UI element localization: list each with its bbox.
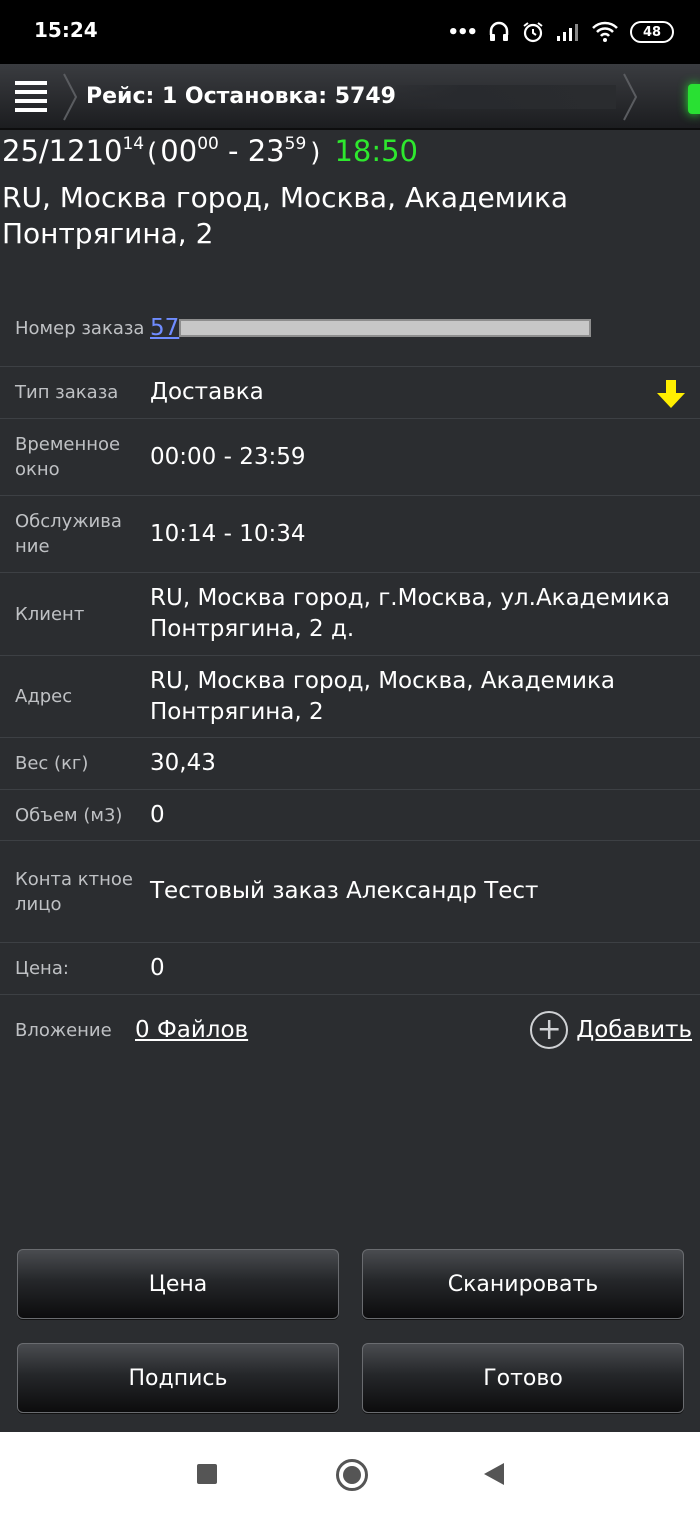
client-label: Клиент (15, 603, 85, 625)
menu-button[interactable] (0, 64, 62, 128)
back-icon[interactable] (484, 1463, 504, 1485)
address-label: Адрес (15, 686, 73, 707)
menu-icon (15, 80, 47, 112)
window-to-hour: 23 (247, 134, 285, 168)
detail-row-time-window: Временное окно 00:00 - 23:59 (0, 419, 700, 496)
arrow-down-icon[interactable] (654, 377, 688, 411)
alarm-icon (523, 22, 543, 43)
wifi-icon (592, 21, 618, 42)
detail-row-client: Клиент RU, Москва город, г.Москва, ул.Ак… (0, 573, 700, 656)
plus-circle-icon: + (530, 1011, 569, 1049)
title-bar: Рейс: 1 Остановка: 5749 (0, 64, 700, 130)
detail-row-address: Адрес RU, Москва город, Москва, Академик… (0, 656, 700, 738)
add-attachment-label: Добавить (576, 1017, 692, 1043)
order-number-link[interactable]: 57 (150, 315, 179, 341)
add-attachment-button[interactable]: + Добавить (530, 1011, 692, 1049)
battery-icon: 48 (630, 21, 674, 43)
more-dots-icon: ••• (447, 21, 477, 43)
address-value: RU, Москва город, Москва, Академика Понт… (150, 667, 615, 725)
order-type-value: Доставка (150, 379, 264, 405)
done-button[interactable]: Готово (362, 1343, 684, 1413)
price-button[interactable]: Цена (17, 1249, 339, 1319)
detail-row-order-number: Номер заказа 57 (0, 290, 700, 367)
attachment-files-link[interactable]: 0 Файлов (135, 1017, 248, 1043)
order-number-redaction (179, 319, 592, 337)
order-number-label: Номер заказа (15, 317, 145, 339)
system-nav-bar (0, 1432, 700, 1517)
stop-schedule: 25/121014(0000 - 2359) 18:50 (2, 134, 419, 168)
attachment-label: Вложение (15, 1019, 112, 1041)
connection-indicator (688, 84, 700, 114)
stop-address: RU, Москва город, Москва, Академика Понт… (2, 181, 569, 250)
order-number-value[interactable]: 57 (150, 313, 700, 344)
service-value: 10:14 - 10:34 (150, 520, 306, 547)
detail-row-price: Цена: 0 (0, 943, 700, 995)
weight-value: 30,43 (150, 750, 216, 776)
detail-row-service: Обслужива ние 10:14 - 10:34 (0, 496, 700, 573)
headset-icon (489, 21, 509, 41)
window-to-minute: 59 (284, 134, 307, 154)
weight-label: Вес (кг) (15, 753, 89, 774)
detail-row-attachment: Вложение 0 Файлов + Добавить (0, 995, 700, 1065)
arrival-minute: 14 (122, 134, 145, 154)
arrival-hour: 10 (85, 134, 123, 168)
order-type-label: Тип заказа (15, 382, 119, 403)
detail-row-volume: Объем (м3) 0 (0, 790, 700, 841)
signal-icon (557, 24, 578, 41)
window-from-minute: 00 (197, 134, 219, 154)
stop-date: 25/12 (2, 134, 86, 168)
status-icons: ••• 48 (447, 18, 674, 46)
status-time: 15:24 (34, 18, 98, 42)
window-from-hour: 00 (160, 134, 198, 168)
contact-label: Конта ктное лицо (15, 868, 134, 915)
price-label: Цена: (15, 958, 69, 979)
client-value: RU, Москва город, г.Москва, ул.Академика… (150, 585, 671, 642)
volume-value: 0 (150, 801, 165, 828)
volume-label: Объем (м3) (15, 804, 123, 826)
recents-icon[interactable] (197, 1464, 217, 1484)
status-bar: 15:24 ••• 48 (0, 0, 700, 64)
order-details: Номер заказа 57 Тип заказа Доставка Врем… (0, 290, 700, 1065)
title-separator (63, 73, 78, 121)
detail-row-weight: Вес (кг) 30,43 (0, 738, 700, 790)
title-redaction (396, 85, 616, 109)
signature-button[interactable]: Подпись (17, 1343, 339, 1413)
detail-row-order-type[interactable]: Тип заказа Доставка (0, 367, 700, 419)
current-clock: 18:50 (334, 134, 419, 168)
time-window-value: 00:00 - 23:59 (150, 443, 306, 470)
contact-value: Тестовый заказ Александр Тест (150, 878, 539, 904)
title-separator (623, 73, 638, 121)
price-value: 0 (150, 955, 165, 981)
service-label: Обслужива ние (15, 511, 122, 557)
time-window-label: Временное окно (15, 434, 121, 480)
home-icon[interactable] (336, 1459, 368, 1491)
scan-button[interactable]: Сканировать (362, 1249, 684, 1319)
detail-row-contact: Конта ктное лицо Тестовый заказ Александ… (0, 841, 700, 943)
